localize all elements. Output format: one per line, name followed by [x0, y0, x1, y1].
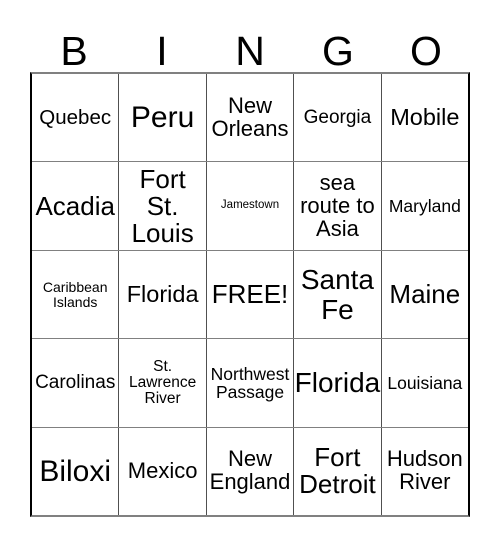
- header-letter-g: G: [322, 28, 354, 74]
- bingo-cell-free-space[interactable]: FREE!: [205, 250, 293, 339]
- header-letter-b: B: [60, 28, 88, 74]
- bingo-row: Biloxi Mexico New England Fort Detroit H…: [32, 426, 468, 516]
- bingo-cell[interactable]: Mobile: [380, 74, 468, 162]
- bingo-cell[interactable]: Maryland: [380, 162, 468, 250]
- bingo-card: B I N G O Quebec Peru New Orleans Georgi…: [0, 0, 500, 544]
- bingo-header: B I N G O: [30, 18, 470, 72]
- bingo-cell[interactable]: Maine: [380, 250, 468, 339]
- bingo-cell[interactable]: St. Lawrence River: [118, 339, 205, 427]
- header-letter-i: I: [156, 28, 168, 74]
- bingo-cell[interactable]: Mexico: [118, 427, 205, 516]
- bingo-cell[interactable]: Florida: [293, 339, 380, 427]
- bingo-cell[interactable]: Fort Detroit: [293, 427, 380, 516]
- bingo-cell[interactable]: Louisiana: [380, 339, 468, 427]
- bingo-cell[interactable]: Peru: [118, 74, 205, 162]
- bingo-cell[interactable]: Biloxi: [32, 428, 118, 515]
- bingo-cell[interactable]: Northwest Passage: [205, 339, 293, 427]
- bingo-grid: Quebec Peru New Orleans Georgia Mobile A…: [30, 72, 470, 517]
- bingo-cell[interactable]: Jamestown: [205, 162, 293, 250]
- bingo-cell[interactable]: Quebec: [32, 74, 118, 161]
- header-letter-n: N: [235, 28, 265, 74]
- bingo-cell[interactable]: Acadia: [32, 162, 118, 249]
- bingo-row: Quebec Peru New Orleans Georgia Mobile: [32, 74, 468, 162]
- bingo-cell[interactable]: New England: [205, 427, 293, 516]
- bingo-row: Caribbean Islands Florida FREE! Santa Fe…: [32, 249, 468, 339]
- bingo-cell[interactable]: Georgia: [293, 74, 380, 162]
- bingo-cell[interactable]: Santa Fe: [293, 250, 380, 339]
- bingo-row: Carolinas St. Lawrence River Northwest P…: [32, 338, 468, 427]
- bingo-cell[interactable]: New Orleans: [205, 74, 293, 162]
- bingo-cell[interactable]: Hudson River: [380, 427, 468, 516]
- bingo-cell[interactable]: Caribbean Islands: [32, 251, 118, 338]
- bingo-row: Acadia Fort St. Louis Jamestown sea rout…: [32, 161, 468, 250]
- bingo-cell[interactable]: Fort St. Louis: [118, 162, 205, 250]
- header-letter-o: O: [410, 28, 442, 74]
- bingo-cell[interactable]: sea route to Asia: [293, 162, 380, 250]
- bingo-cell[interactable]: Carolinas: [32, 339, 118, 426]
- bingo-cell[interactable]: Florida: [118, 250, 205, 339]
